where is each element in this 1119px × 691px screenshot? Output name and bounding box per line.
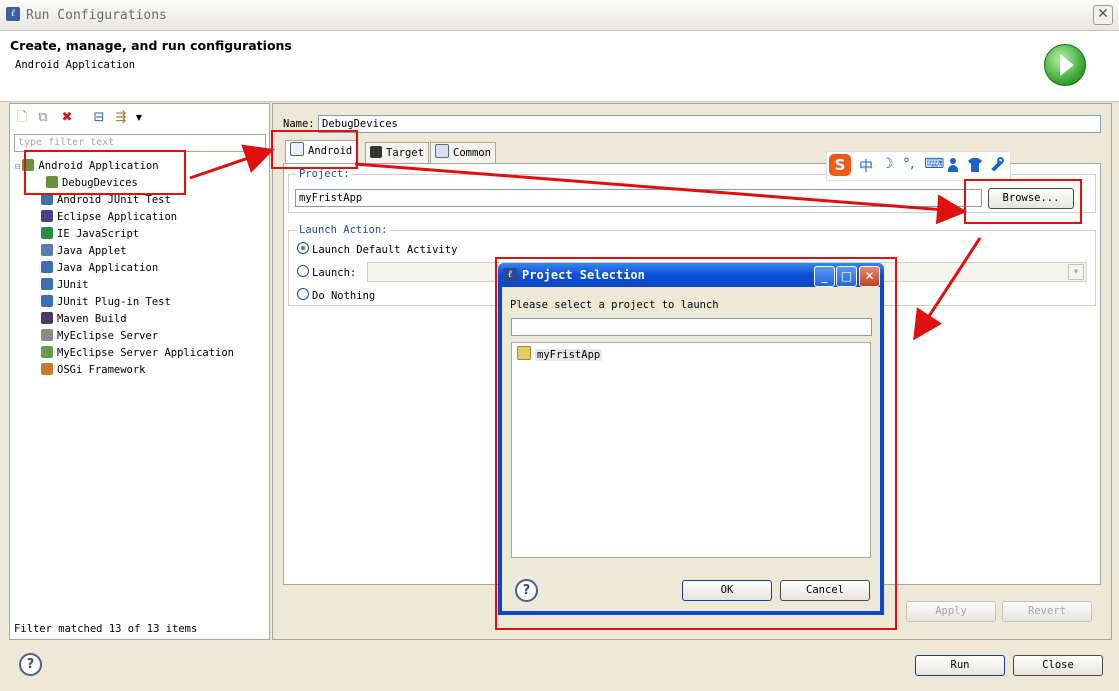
arrow-tree-to-tab: [189, 144, 275, 180]
arrow-tab-to-browse: [354, 162, 967, 225]
annotation-arrows: [189, 144, 982, 341]
arrow-browse-to-dialog: [913, 237, 982, 341]
